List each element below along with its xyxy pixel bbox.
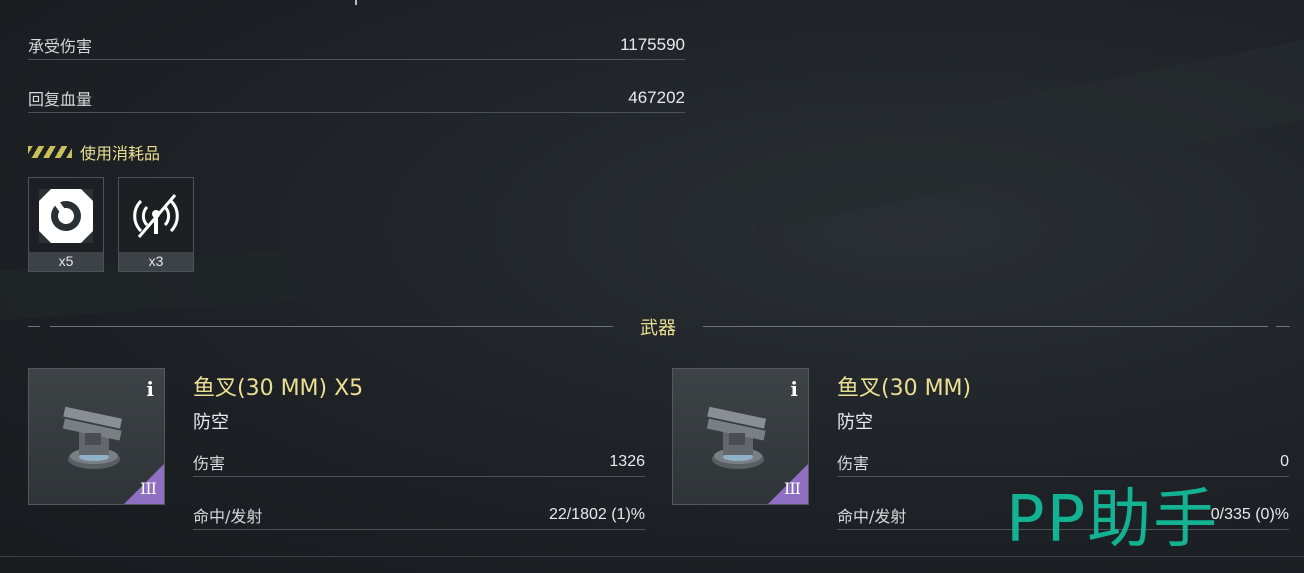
top-tick-mark	[355, 0, 357, 5]
repair-party-icon	[39, 188, 93, 243]
weapon-stat-label: 命中/发射	[837, 507, 907, 526]
stat-row-damage-taken: 承受伤害 1175590	[28, 31, 685, 60]
divider-left-cap	[28, 326, 40, 327]
weapons-section-title: 武器	[640, 318, 676, 339]
weapon-name: 鱼叉(30 MM)	[837, 376, 972, 401]
hazard-stripes-icon	[28, 146, 72, 158]
divider-right-cap	[1276, 326, 1290, 327]
stat-label: 回复血量	[28, 90, 93, 109]
consumables-title: 使用消耗品	[80, 144, 161, 163]
stat-value: 467202	[628, 88, 685, 107]
weapon-image[interactable]: i III	[672, 368, 809, 505]
consumables-header: 使用消耗品	[28, 140, 160, 164]
weapon-stat-value: 22/1802 (1)%	[548, 506, 645, 523]
consumable-count: x5	[29, 252, 103, 271]
weapon-stat-value: 0/335 (0)%	[1210, 506, 1289, 523]
weapon-stat-value: 0	[1280, 453, 1289, 470]
info-icon[interactable]: i	[146, 377, 154, 401]
weapon-stat-label: 伤害	[193, 454, 226, 473]
consumable-count: x3	[119, 252, 193, 271]
weapon-stat-row: 伤害 1326	[193, 448, 645, 477]
weapon-name: 鱼叉(30 MM) X5	[193, 376, 364, 401]
weapon-image[interactable]: i III	[28, 368, 165, 505]
consumable-card-repair[interactable]: x5	[28, 177, 104, 272]
weapon-stat-label: 命中/发射	[193, 507, 263, 526]
tier-badge: III	[140, 479, 157, 498]
weapon-stat-value: 1326	[609, 453, 645, 470]
weapon-stat-row: 命中/发射 22/1802 (1)%	[193, 501, 645, 530]
divider-right	[703, 326, 1268, 327]
stat-label: 承受伤害	[28, 37, 93, 56]
stat-value: 1175590	[620, 35, 685, 54]
weapon-type: 防空	[193, 412, 229, 433]
info-icon[interactable]: i	[790, 377, 798, 401]
divider-left	[50, 326, 613, 327]
pp-assistant-watermark: PP助手	[1006, 483, 1220, 557]
stat-row-hp-restored: 回复血量 467202	[28, 84, 685, 113]
tier-badge: III	[784, 479, 801, 498]
weapon-type: 防空	[837, 412, 873, 433]
radar-signal-icon	[133, 193, 179, 238]
consumable-card-radar[interactable]: x3	[118, 177, 194, 272]
weapon-stat-label: 伤害	[837, 454, 870, 473]
